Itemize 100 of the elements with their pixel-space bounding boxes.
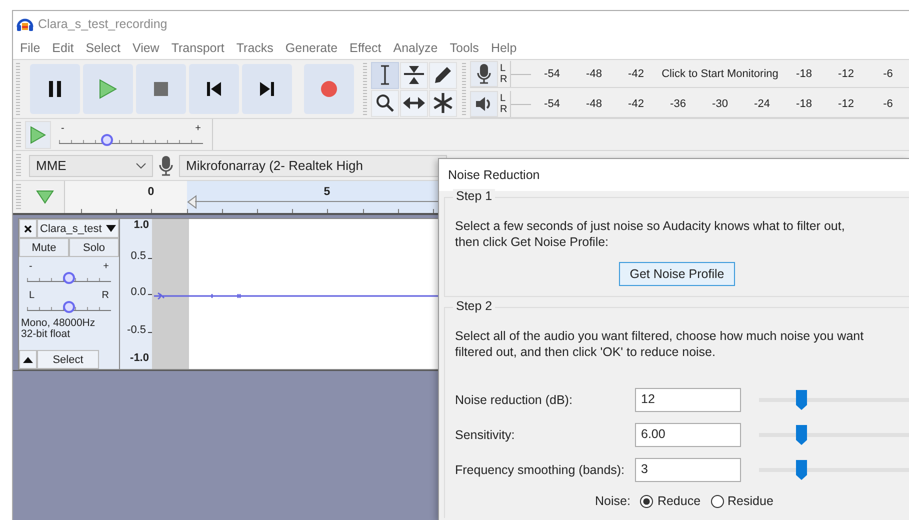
slider-thumb[interactable] [796, 390, 807, 410]
meter-tick-label: -36 [657, 96, 699, 110]
microphone-icon [159, 156, 173, 176]
menu-item[interactable]: Generate [285, 41, 338, 55]
plus-label: + [103, 262, 109, 272]
radio-label[interactable]: Residue [728, 494, 774, 508]
channel-label: R [500, 74, 508, 84]
skip-end-button[interactable] [242, 64, 292, 114]
solo-button[interactable]: Solo [69, 238, 119, 257]
record-icon [321, 81, 337, 97]
stop-icon [154, 82, 168, 96]
get-noise-profile-button[interactable]: Get Noise Profile [618, 262, 736, 286]
minus-label: - [29, 262, 32, 272]
playback-meter[interactable]: -54 -48 -42 -36 -30 -24 -18 -12 -6 [510, 90, 909, 116]
monitoring-prompt[interactable]: Click to Start Monitoring [657, 68, 783, 80]
menu-item[interactable]: Transport [171, 41, 224, 55]
meter-tick-label: -6 [867, 96, 909, 110]
menu-item[interactable]: Help [490, 41, 517, 55]
menu-item[interactable]: View [132, 41, 160, 55]
timeline-label: 5 [322, 186, 332, 198]
radio-button-selected[interactable] [640, 494, 654, 508]
app-logo-icon [16, 16, 34, 32]
microphone-icon [477, 64, 491, 84]
slider-thumb[interactable] [100, 134, 113, 146]
recording-device-dropdown[interactable]: Mikrofonarray (2- Realtek High [179, 154, 447, 176]
menu-item[interactable]: Select [86, 41, 120, 55]
track-name-menu[interactable]: Clara_s_test [37, 219, 119, 238]
field-label: Sensitivity: [455, 428, 516, 442]
triangle-down-icon [36, 190, 54, 204]
channel-label: L [500, 62, 507, 74]
mute-button[interactable]: Mute [19, 238, 69, 257]
playback-meter-button[interactable] [470, 90, 498, 116]
left-label: L [29, 291, 35, 301]
meter-tick-label: -54 [531, 66, 573, 80]
time-shift-tool-button[interactable] [400, 90, 428, 116]
record-button[interactable] [304, 64, 354, 114]
meter-tick-label: -30 [699, 96, 741, 110]
radio-button[interactable] [710, 494, 724, 508]
input-field[interactable]: 6.00 [635, 423, 741, 447]
multi-tool-button[interactable] [429, 90, 457, 116]
window-title: Clara_s_test_recording [38, 17, 168, 31]
meter-tick-label: -6 [867, 66, 909, 80]
radio-label[interactable]: Reduce [657, 494, 701, 508]
play-icon [99, 79, 117, 99]
skip-start-button[interactable] [189, 64, 239, 114]
stop-button[interactable] [136, 64, 186, 114]
menu-item[interactable]: Edit [52, 41, 74, 55]
input-field[interactable]: 12 [635, 388, 741, 412]
input-field[interactable]: 3 [635, 458, 741, 482]
slider-thumb[interactable] [63, 272, 75, 284]
skip-to-end-icon [260, 82, 274, 96]
meter-tick-label: -18 [783, 66, 825, 80]
menu-item[interactable]: Analyze [393, 41, 438, 55]
group-title: Step 2 [453, 299, 496, 313]
slider-thumb[interactable] [796, 425, 807, 445]
skip-to-start-icon [207, 82, 221, 96]
meter-tick-label: -48 [573, 96, 615, 110]
minus-label: - [61, 124, 64, 134]
right-label: R [102, 291, 109, 301]
collapse-track-button[interactable] [19, 350, 37, 369]
slider-thumb[interactable] [63, 301, 75, 313]
menu-item[interactable]: Effect [350, 41, 382, 55]
instruction-text: Select a few seconds of just noise so Audacity knows what to filter out, then click Get Noise Profile: [455, 218, 846, 250]
asterisk-icon [433, 93, 453, 113]
close-track-button[interactable] [19, 219, 37, 238]
plus-label: + [195, 124, 201, 134]
select-track-button[interactable]: Select [37, 350, 99, 369]
instruction-text: Select all of the audio you want filtered, choose how much noise you want filtered out, and then click 'OK' to reduce noise. [455, 328, 865, 360]
envelope-tool-icon [403, 65, 425, 85]
slider-thumb[interactable] [796, 460, 807, 480]
track-format-info: Mono, 48000Hz 32-bit float [20, 318, 96, 340]
envelope-tool-button[interactable] [400, 62, 428, 88]
recording-meter[interactable]: -54 -48 -42 Click to Start Monitoring -18 -12 -6 [510, 60, 909, 86]
draw-tool-button[interactable] [429, 62, 457, 88]
speaker-icon [475, 96, 493, 112]
meter-tick-label: -48 [573, 66, 615, 80]
field-label: Noise reduction (dB): [455, 393, 574, 407]
field-label: Frequency smoothing (bands): [455, 463, 626, 477]
zoom-tool-button[interactable] [371, 90, 399, 116]
magnifier-icon [376, 94, 394, 112]
select-tool-button[interactable] [371, 62, 399, 88]
caret-down-icon [106, 225, 116, 232]
pause-button[interactable] [30, 64, 80, 114]
noise-label: Noise: [595, 494, 630, 508]
menu-item[interactable]: File [20, 41, 40, 55]
close-icon [24, 224, 32, 232]
i-beam-icon [378, 65, 392, 85]
menu-item[interactable]: Tools [450, 41, 479, 55]
audio-host-dropdown[interactable]: MME [29, 154, 153, 176]
menu-item[interactable]: Tracks [236, 41, 274, 55]
timeline-label: 0 [146, 186, 156, 198]
meter-tick-label: -18 [783, 96, 825, 110]
meter-tick-label: -54 [531, 96, 573, 110]
record-meter-button[interactable] [470, 60, 498, 86]
double-arrow-icon [403, 96, 425, 110]
dialog-title: Noise Reduction [439, 159, 909, 191]
amplitude-label: 1.0 [134, 219, 149, 231]
play-at-speed-button[interactable] [25, 120, 51, 148]
channel-label: L [500, 92, 507, 104]
play-icon [30, 126, 46, 144]
